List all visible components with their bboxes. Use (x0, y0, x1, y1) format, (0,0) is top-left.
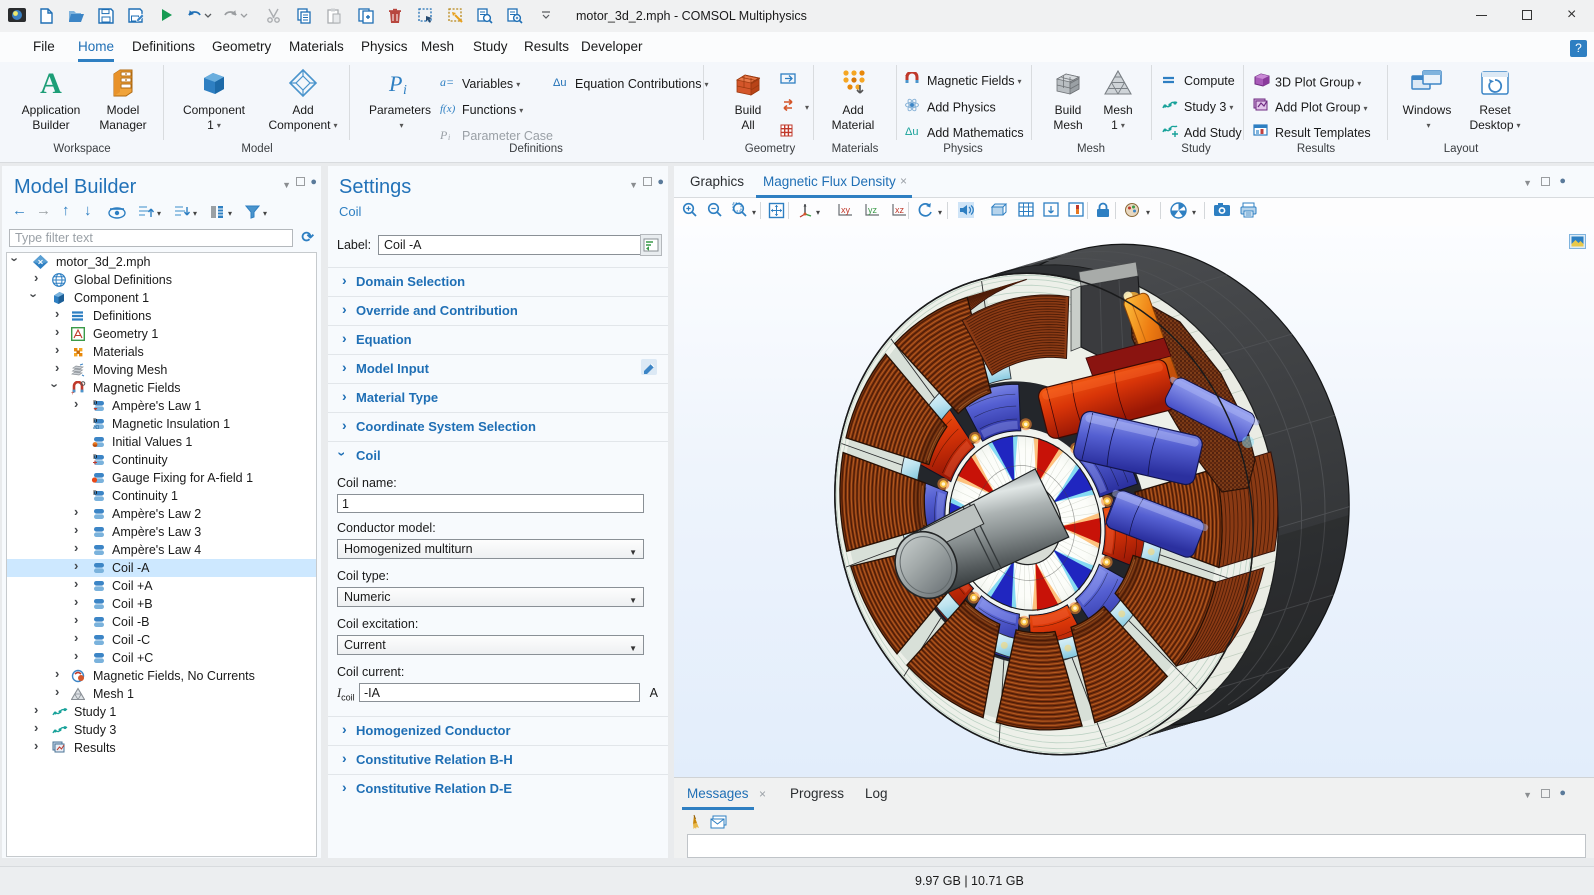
svg-text:D: D (93, 419, 98, 425)
svg-text:Δu: Δu (553, 77, 566, 88)
svg-text:xy: xy (841, 205, 851, 215)
svg-text:D: D (93, 401, 98, 407)
svg-text:∂Ω: ∂Ω (93, 425, 99, 431)
svg-text:P: P (388, 71, 402, 96)
svg-text:xz: xz (895, 205, 905, 215)
svg-text:i: i (403, 83, 407, 98)
svg-text:A: A (40, 68, 62, 98)
svg-text:D: D (93, 455, 98, 461)
svg-text:a=: a= (440, 76, 454, 88)
svg-text:f(x): f(x) (440, 103, 456, 114)
svg-text:D: D (93, 491, 98, 497)
svg-text:yz: yz (868, 205, 878, 215)
svg-text:+: + (71, 391, 75, 395)
svg-text:i: i (448, 133, 450, 140)
svg-text:Δu: Δu (905, 126, 918, 137)
svg-text:P: P (440, 128, 448, 140)
svg-text:+: + (905, 73, 908, 79)
